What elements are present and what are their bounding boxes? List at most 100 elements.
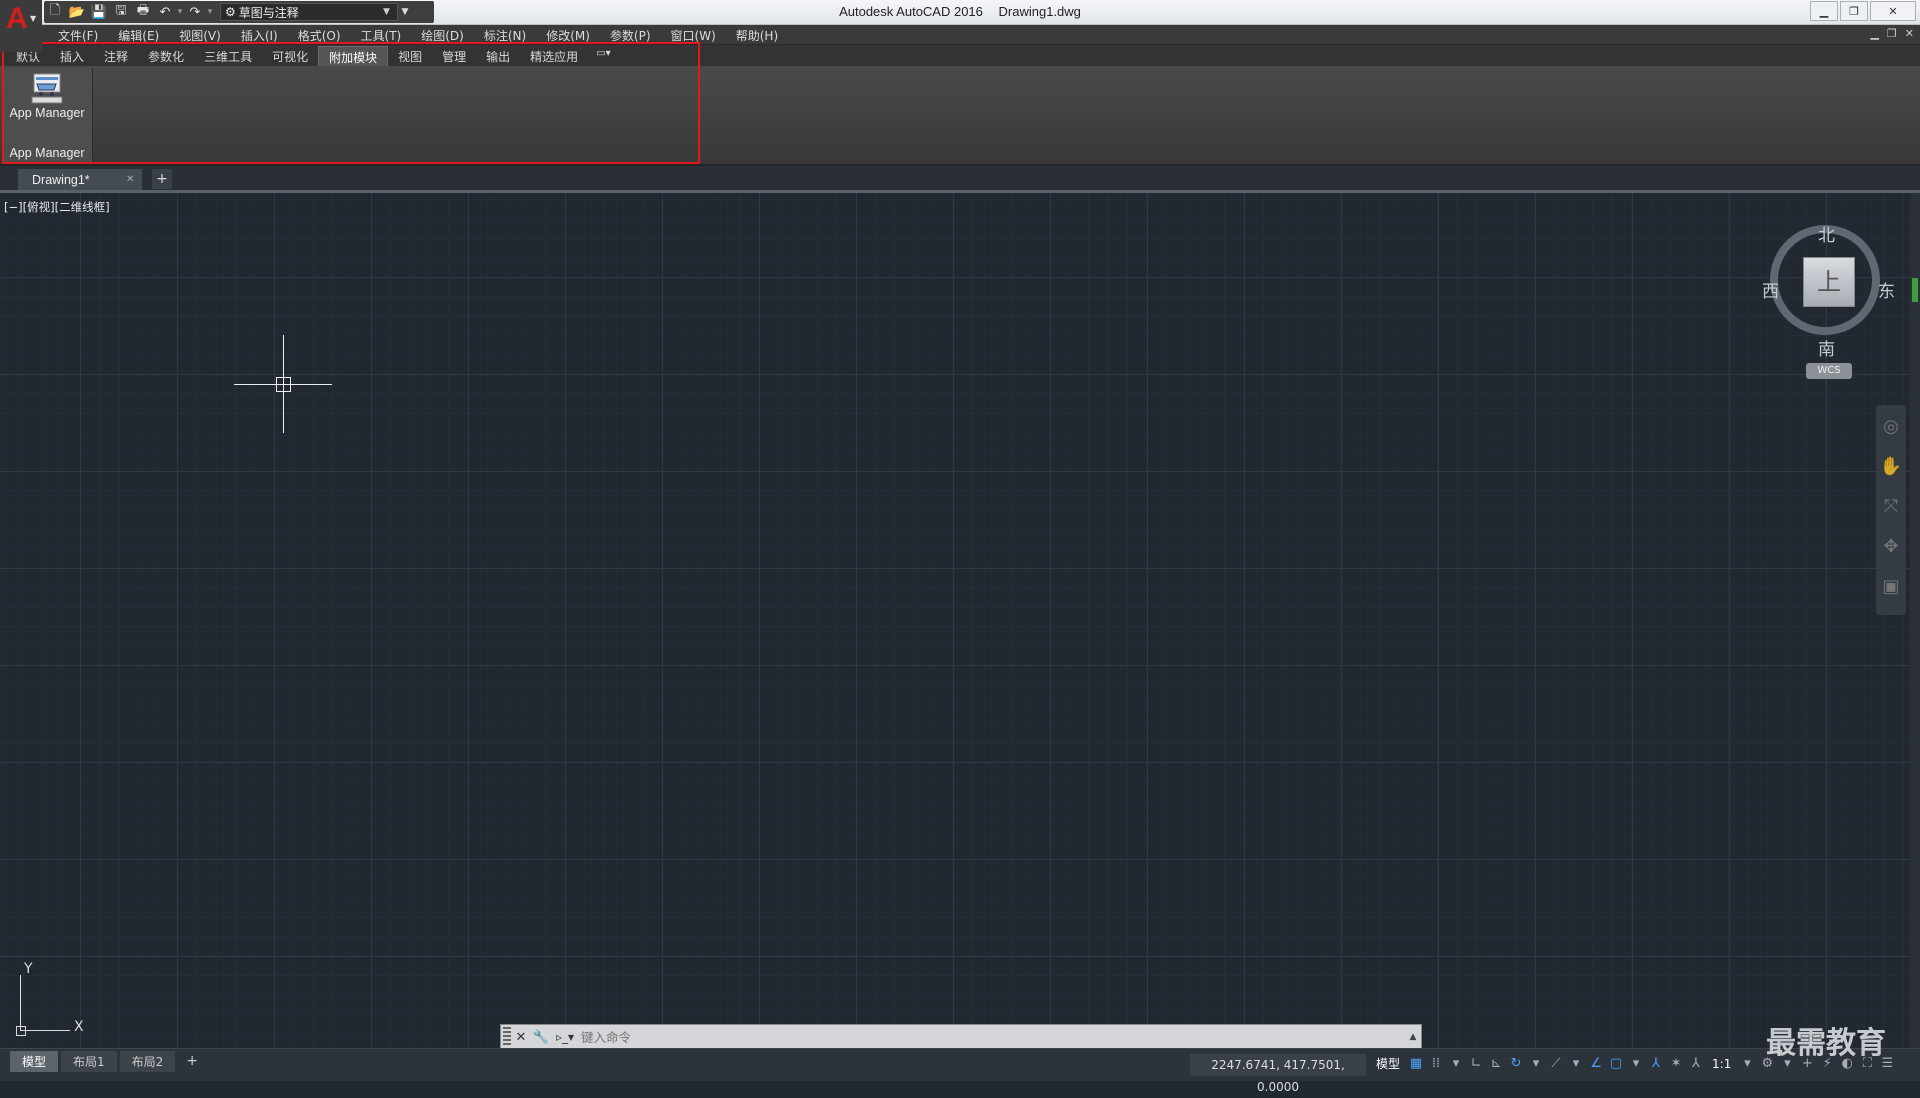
menu-format[interactable]: 格式(O) — [288, 26, 351, 45]
layout-tab-1[interactable]: 布局1 — [61, 1051, 117, 1072]
ribbon-minimize-toggle-icon[interactable]: ▭▾ — [588, 46, 618, 68]
doc-close-icon[interactable]: ✕ — [1905, 27, 1914, 40]
menu-view[interactable]: 视图(V) — [169, 26, 231, 45]
chevron-down-icon[interactable]: ▾ — [1568, 1056, 1584, 1071]
object-snap-tracking-icon[interactable]: ∠ — [1588, 1056, 1604, 1071]
close-icon[interactable]: ✕ — [126, 174, 142, 185]
restore-button[interactable]: ❐ — [1840, 1, 1868, 21]
command-line-grip-icon[interactable] — [503, 1027, 511, 1047]
showmotion-icon[interactable]: ▣ — [1876, 569, 1906, 605]
chevron-down-icon[interactable]: ▾ — [1628, 1056, 1644, 1071]
file-tab-bar: Drawing1* ✕ + — [0, 166, 1920, 193]
app-manager-label: App Manager — [9, 106, 85, 120]
auto-scale-icon[interactable]: ✶ — [1668, 1056, 1684, 1071]
menu-dimension[interactable]: 标注(N) — [474, 26, 536, 45]
drawing-area[interactable]: [−][俯视][二维线框] 上 北 南 西 东 WCS ◎ ✋ ⤧ ✥ ▣ Y … — [0, 193, 1910, 1048]
ribbon-panel-area: App Manager App Manager — [0, 66, 1920, 165]
file-tab-label: Drawing1* — [32, 172, 90, 187]
menu-window[interactable]: 窗口(W) — [661, 26, 726, 45]
menu-file[interactable]: 文件(F) — [48, 26, 108, 45]
application-menu-button[interactable]: A ▼ — [0, 0, 42, 52]
menu-help[interactable]: 帮助(H) — [726, 26, 788, 45]
snap-icon[interactable]: ⁞⁞ — [1428, 1056, 1444, 1071]
vertical-scrollbar[interactable] — [1910, 193, 1920, 1048]
orbit-icon[interactable]: ✥ — [1876, 529, 1906, 565]
doc-restore-icon[interactable]: ❐ — [1887, 27, 1897, 40]
tab-annotate[interactable]: 注释 — [94, 46, 138, 68]
command-prompt-icon[interactable]: ▹_▾ — [551, 1030, 579, 1044]
ucs-y-label: Y — [24, 961, 33, 977]
panel-title: App Manager — [9, 146, 85, 160]
window-title: Autodesk AutoCAD 2016 Drawing1.dwg — [0, 4, 1920, 19]
tab-parametric[interactable]: 参数化 — [138, 46, 194, 68]
menu-modify[interactable]: 修改(M) — [536, 26, 600, 45]
coordinates-readout[interactable]: 2247.6741, 417.7501, 0.0000 — [1190, 1054, 1366, 1094]
viewport-controls[interactable]: [−][俯视][二维线框] — [4, 199, 110, 215]
window-controls: ▁ ❐ ✕ — [1810, 1, 1916, 21]
zoom-extents-icon[interactable]: ⤧ — [1876, 489, 1906, 525]
annotation-scale-icon[interactable]: ⅄ — [1688, 1056, 1704, 1071]
autocad-logo-icon: A — [6, 2, 28, 35]
model-space-toggle[interactable]: 模型 — [1372, 1055, 1404, 1072]
chevron-down-icon[interactable]: ▾ — [1739, 1056, 1755, 1071]
steering-wheel-icon[interactable]: ◎ — [1876, 409, 1906, 445]
minimize-button[interactable]: ▁ — [1810, 1, 1838, 21]
wcs-menu[interactable]: WCS — [1806, 363, 1852, 379]
compass-west[interactable]: 西 — [1762, 277, 1779, 302]
close-button[interactable]: ✕ — [1870, 1, 1916, 21]
document-window-controls: ▁ ❐ ✕ — [1870, 27, 1914, 40]
tab-add-ins[interactable]: 附加模块 — [318, 46, 389, 68]
menu-insert[interactable]: 插入(I) — [231, 26, 288, 45]
polar-tracking-icon[interactable]: ↻ — [1508, 1056, 1524, 1071]
layout-tabs: 模型 布局1 布局2 + — [10, 1051, 206, 1072]
wrench-icon[interactable]: 🔧 — [531, 1030, 551, 1045]
compass-north[interactable]: 北 — [1818, 221, 1835, 246]
menu-draw[interactable]: 绘图(D) — [411, 26, 474, 45]
app-manager-button[interactable]: App Manager — [2, 68, 92, 130]
navigation-bar: ◎ ✋ ⤧ ✥ ▣ — [1876, 405, 1906, 615]
new-tab-button[interactable]: + — [152, 169, 172, 189]
command-line: ✕ 🔧 ▹_▾ ▲ — [500, 1024, 1422, 1050]
viewcube[interactable]: 上 北 南 西 东 — [1760, 207, 1900, 360]
infer-constraints-icon[interactable]: ∟ — [1468, 1056, 1484, 1071]
annotation-visibility-icon[interactable]: ⅄ — [1648, 1056, 1664, 1071]
doc-minimize-icon[interactable]: ▁ — [1870, 27, 1878, 40]
file-title: Drawing1.dwg — [998, 4, 1081, 19]
layout-tab-model[interactable]: 模型 — [10, 1051, 59, 1072]
pan-hand-icon[interactable]: ✋ — [1876, 449, 1906, 485]
chevron-down-icon: ▼ — [30, 14, 37, 23]
grid-icon[interactable]: ▦ — [1408, 1056, 1424, 1071]
add-layout-button[interactable]: + — [178, 1051, 206, 1072]
menu-edit[interactable]: 编辑(E) — [108, 26, 169, 45]
tab-3d-tools[interactable]: 三维工具 — [194, 46, 262, 68]
ucs-x-label: X — [74, 1019, 84, 1035]
tab-manage[interactable]: 管理 — [432, 46, 476, 68]
close-icon[interactable]: ✕ — [511, 1030, 531, 1045]
annotation-scale-value[interactable]: 1:1 — [1708, 1057, 1735, 1071]
tab-insert[interactable]: 插入 — [50, 46, 94, 68]
status-bar: 模型 布局1 布局2 + 2247.6741, 417.7501, 0.0000… — [0, 1048, 1920, 1094]
tab-visualize[interactable]: 可视化 — [262, 46, 318, 68]
chevron-down-icon[interactable]: ▾ — [1448, 1056, 1464, 1071]
chevron-down-icon[interactable]: ▾ — [1528, 1056, 1544, 1071]
tab-output[interactable]: 输出 — [476, 46, 520, 68]
compass-south[interactable]: 南 — [1818, 335, 1835, 360]
layout-tab-2[interactable]: 布局2 — [119, 1051, 176, 1072]
isometric-icon[interactable]: ⟋ — [1548, 1056, 1564, 1071]
command-input[interactable] — [579, 1026, 1405, 1048]
menu-parametric[interactable]: 参数(P) — [600, 26, 661, 45]
ortho-icon[interactable]: ⊾ — [1488, 1056, 1504, 1071]
chevron-up-icon[interactable]: ▲ — [1405, 1032, 1421, 1042]
viewcube-top-face[interactable]: 上 — [1803, 257, 1855, 307]
ribbon-tab-bar: 默认 插入 注释 参数化 三维工具 可视化 附加模块 视图 管理 输出 精选应用… — [0, 45, 1920, 68]
compass-east[interactable]: 东 — [1878, 277, 1895, 302]
watermark: 最需教育 — [1766, 1026, 1886, 1061]
scrollbar-thumb[interactable] — [1912, 278, 1918, 302]
menu-tools[interactable]: 工具(T) — [351, 26, 412, 45]
tab-view[interactable]: 视图 — [388, 46, 432, 68]
tab-featured-apps[interactable]: 精选应用 — [520, 46, 588, 68]
crosshair-cursor — [234, 335, 332, 433]
file-tab-drawing1[interactable]: Drawing1* ✕ — [18, 169, 142, 190]
object-snap-icon[interactable]: ▢ — [1608, 1056, 1624, 1071]
app-manager-icon — [30, 72, 64, 104]
